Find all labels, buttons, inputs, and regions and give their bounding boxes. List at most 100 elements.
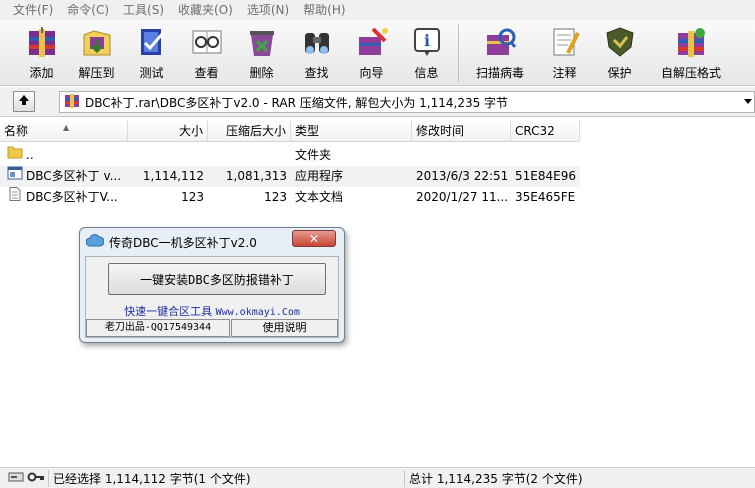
info-button[interactable]: i 信息	[399, 20, 454, 84]
menu-favorites[interactable]: 收藏夹(O)	[171, 0, 240, 20]
file-modified	[412, 145, 511, 166]
comment-icon	[547, 24, 583, 60]
view-label: 查看	[194, 66, 219, 80]
protect-icon	[602, 24, 638, 60]
dialog-title: 传奇DBC一机多区补丁v2.0	[109, 235, 257, 250]
column-size[interactable]: 大小	[128, 120, 208, 142]
dialog-body: 一键安装DBC多区防报错补丁 快速一键合区工具 Www.okmayi.Com 老…	[85, 256, 339, 338]
file-size	[128, 145, 208, 166]
dialog-close-button[interactable]: ✕	[292, 230, 336, 247]
add-button[interactable]: 添加	[14, 20, 69, 84]
file-packed-size: 1,081,313	[225, 169, 287, 183]
comment-button[interactable]: 注释	[537, 20, 592, 84]
protect-label: 保护	[607, 66, 632, 80]
file-packed-size	[208, 145, 291, 166]
virus-scan-button[interactable]: 扫描病毒	[463, 20, 537, 84]
archive-icon	[64, 93, 80, 112]
file-crc: 51E84E96	[515, 169, 576, 183]
up-folder-button[interactable]	[13, 91, 35, 112]
menu-tools[interactable]: 工具(S)	[116, 0, 171, 20]
install-patch-button[interactable]: 一键安装DBC多区防报错补丁	[108, 263, 326, 295]
status-total: 总计 1,114,235 字节(2 个文件)	[404, 469, 755, 487]
column-type[interactable]: 类型	[291, 120, 412, 142]
test-button[interactable]: 测试	[124, 20, 179, 84]
menu-help[interactable]: 帮助(H)	[296, 0, 352, 20]
patch-dialog: 传奇DBC一机多区补丁v2.0 ✕ 一键安装DBC多区防报错补丁 快速一键合区工…	[79, 227, 345, 343]
toolbar: 添加 解压到 测试 查看 删除 查找 向导 i 信息 扫描病毒 注释 保护 自解…	[0, 20, 755, 86]
info-label: 信息	[414, 66, 439, 80]
status-selection: 已经选择 1,114,112 字节(1 个文件)	[48, 469, 404, 487]
test-label: 测试	[139, 66, 164, 80]
sort-ascending-icon: ▲	[63, 123, 70, 132]
address-path: DBC补丁.rar\DBC多区补丁v2.0 - RAR 压缩文件, 解包大小为 …	[85, 95, 509, 110]
table-row[interactable]: DBC多区补丁V... 123 123 文本文档 2020/1/27 11...…	[0, 187, 580, 208]
add-archive-icon	[24, 24, 60, 60]
address-bar: DBC补丁.rar\DBC多区补丁v2.0 - RAR 压缩文件, 解包大小为 …	[0, 87, 755, 117]
add-label: 添加	[29, 66, 54, 80]
protect-button[interactable]: 保护	[592, 20, 647, 84]
wizard-button[interactable]: 向导	[344, 20, 399, 84]
exe-icon	[7, 166, 23, 187]
extract-to-icon	[79, 24, 115, 60]
file-modified: 2013/6/3 22:51	[416, 169, 509, 183]
file-list-header: 名称 ▲ 大小 压缩后大小 类型 修改时间 CRC32	[0, 120, 580, 142]
view-button[interactable]: 查看	[179, 20, 234, 84]
virus-scan-label: 扫描病毒	[475, 66, 524, 80]
status-bar: 已经选择 1,114,112 字节(1 个文件) 总计 1,114,235 字节…	[0, 467, 755, 488]
test-icon	[134, 24, 170, 60]
menu-bar: 文件(F) 命令(C) 工具(S) 收藏夹(O) 选项(N) 帮助(H)	[0, 0, 755, 20]
wizard-icon	[354, 24, 390, 60]
file-type: 文本文档	[295, 190, 344, 204]
sfx-label: 自解压格式	[660, 66, 721, 80]
find-icon	[299, 24, 335, 60]
author-label: 老刀出品-QQ17549344	[86, 319, 230, 337]
table-row[interactable]: DBC多区补丁 v... 1,114,112 1,081,313 应用程序 20…	[0, 166, 580, 187]
merge-tool-link[interactable]: 快速一键合区工具 Www.okmayi.Com	[86, 303, 338, 319]
file-name: ..	[26, 148, 34, 162]
file-type: 文件夹	[295, 148, 332, 162]
address-field[interactable]: DBC补丁.rar\DBC多区补丁v2.0 - RAR 压缩文件, 解包大小为 …	[59, 91, 755, 113]
wizard-label: 向导	[359, 66, 384, 80]
sfx-button[interactable]: 自解压格式	[647, 20, 735, 84]
text-file-icon	[7, 187, 23, 208]
find-label: 查找	[304, 66, 329, 80]
column-name[interactable]: 名称 ▲	[0, 120, 128, 142]
key-icon[interactable]	[27, 471, 45, 486]
file-size: 1,114,112	[142, 169, 204, 183]
delete-label: 删除	[249, 66, 274, 80]
virus-scan-icon	[482, 24, 518, 60]
delete-icon	[244, 24, 280, 60]
extract-to-label: 解压到	[78, 66, 115, 80]
sfx-icon	[673, 24, 709, 60]
view-icon	[189, 24, 225, 60]
menu-file[interactable]: 文件(F)	[6, 0, 60, 20]
column-crc32[interactable]: CRC32	[511, 120, 580, 142]
svg-text:i: i	[423, 31, 429, 50]
dialog-status-bar: 老刀出品-QQ17549344 使用说明	[86, 319, 338, 337]
extract-to-button[interactable]: 解压到	[69, 20, 124, 84]
toolbar-separator	[458, 24, 459, 82]
table-row[interactable]: .. 文件夹	[0, 145, 580, 166]
file-modified: 2020/1/27 11...	[416, 190, 509, 204]
folder-icon	[7, 145, 23, 166]
file-size: 123	[181, 190, 204, 204]
address-dropdown-arrow-icon[interactable]	[744, 99, 752, 104]
usage-help-button[interactable]: 使用说明	[231, 319, 338, 337]
column-packed-size[interactable]: 压缩后大小	[208, 120, 291, 142]
info-icon: i	[409, 24, 445, 60]
drive-icon[interactable]	[8, 471, 24, 486]
up-arrow-icon	[17, 93, 31, 110]
file-crc	[511, 145, 580, 166]
file-type: 应用程序	[295, 169, 344, 183]
menu-options[interactable]: 选项(N)	[240, 0, 296, 20]
file-crc: 35E465FE	[515, 190, 576, 204]
find-button[interactable]: 查找	[289, 20, 344, 84]
file-name: DBC多区补丁V...	[26, 190, 118, 204]
file-packed-size: 123	[264, 190, 287, 204]
menu-command[interactable]: 命令(C)	[60, 0, 116, 20]
delete-button[interactable]: 删除	[234, 20, 289, 84]
comment-label: 注释	[552, 66, 577, 80]
file-name: DBC多区补丁 v...	[26, 169, 122, 183]
cloud-app-icon	[85, 233, 105, 251]
column-modified[interactable]: 修改时间	[412, 120, 511, 142]
